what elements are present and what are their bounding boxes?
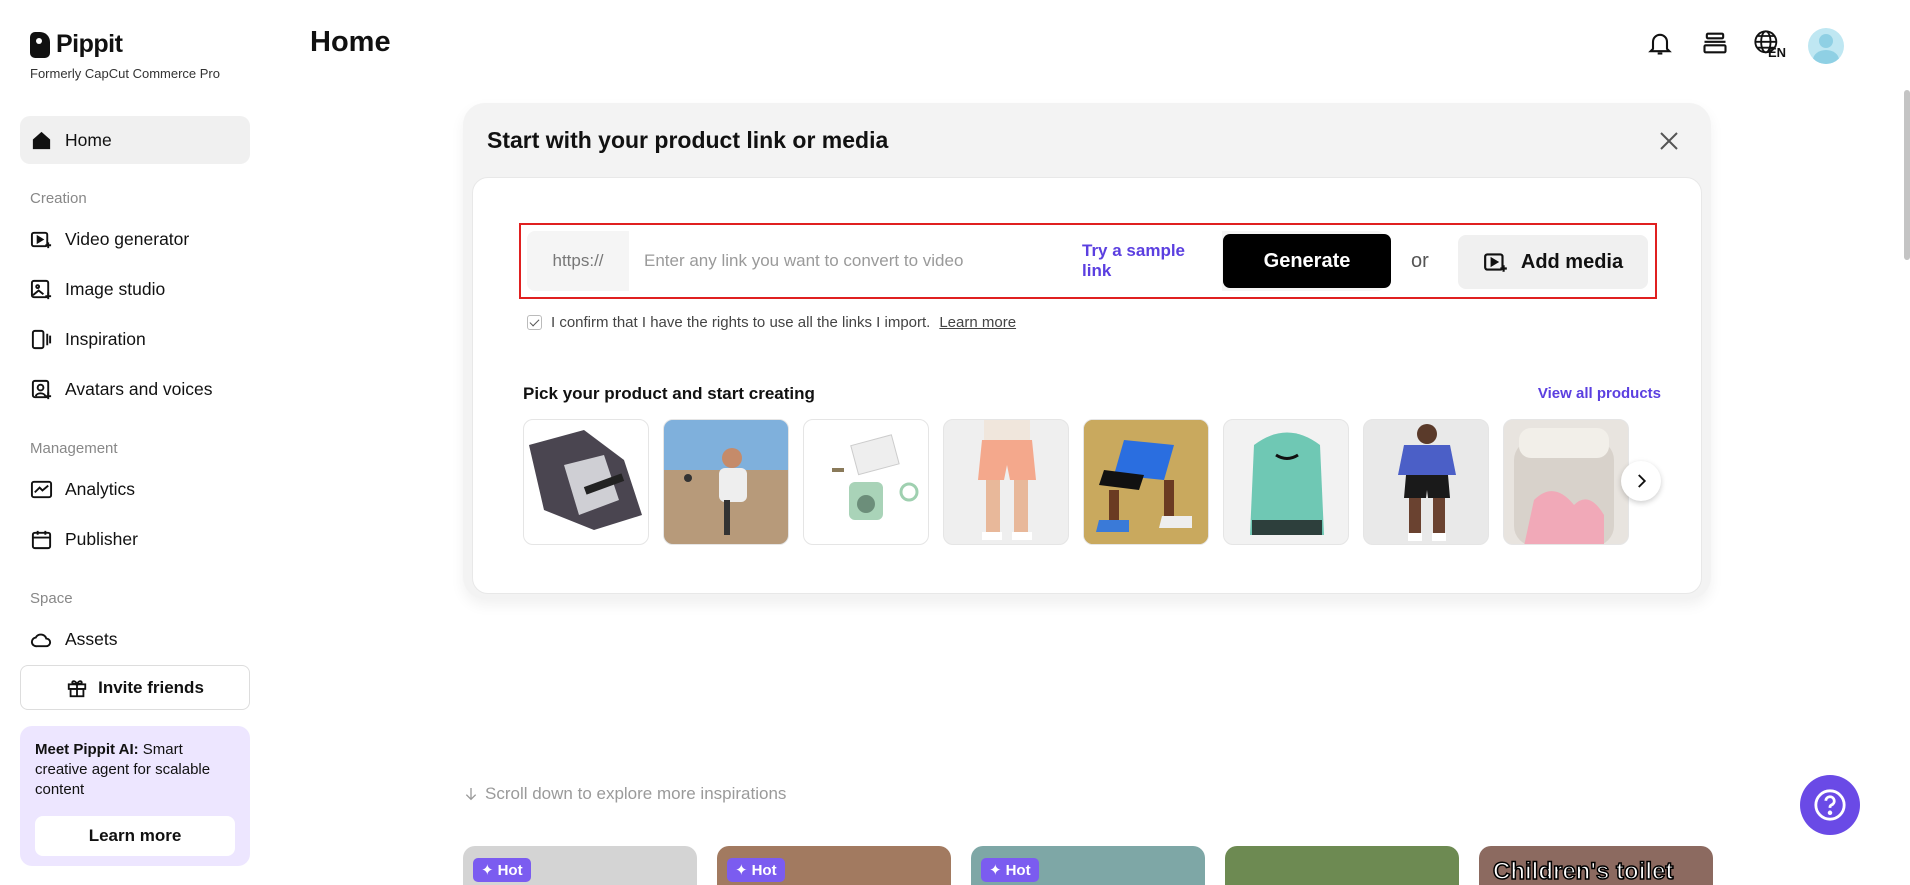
product-link-input[interactable]: [629, 231, 1083, 291]
home-icon: [32, 131, 51, 149]
add-media-label: Add media: [1520, 250, 1624, 273]
confirm-text: I confirm that I have the rights to use …: [551, 314, 931, 331]
app-root: Pippit Formerly CapCut Commerce Pro Home…: [0, 0, 1910, 885]
inspiration-card[interactable]: [1225, 846, 1459, 885]
promo-bold: Meet Pippit AI:: [35, 741, 139, 758]
card-body: https:// Try a sample link Generate or A…: [472, 177, 1702, 594]
product-thumb-tumbler[interactable]: [1503, 419, 1629, 545]
sidebar-item-analytics[interactable]: Analytics: [20, 465, 250, 513]
product-carousel: [523, 419, 1653, 545]
help-button[interactable]: [1800, 775, 1860, 835]
pick-product-title: Pick your product and start creating: [523, 384, 815, 403]
sidebar-item-label: Video generator: [65, 228, 190, 249]
inspiration-card[interactable]: ✦ Hot: [463, 846, 697, 885]
video-plus-icon: [30, 231, 52, 248]
hot-label: Hot: [1005, 861, 1031, 879]
avatar[interactable]: [1808, 28, 1844, 64]
inspiration-caption: Children's toilet: [1492, 857, 1674, 885]
cloud-icon: [30, 633, 52, 647]
brand-subtitle: Formerly CapCut Commerce Pro: [30, 66, 220, 81]
promo-text: Meet Pippit AI: Smart creative agent for…: [35, 740, 235, 800]
sidebar-item-home[interactable]: Home: [20, 116, 250, 164]
layers-button[interactable]: [1700, 28, 1730, 58]
sidebar-item-label: Publisher: [65, 528, 138, 549]
sidebar-item-assets[interactable]: Assets: [20, 615, 250, 663]
hot-label: Hot: [751, 861, 777, 879]
sidebar-item-label: Analytics: [65, 478, 136, 499]
inspiration-card[interactable]: ✦ Hot: [971, 846, 1205, 885]
or-separator: or: [1411, 249, 1429, 272]
page-scrollbar[interactable]: [1904, 90, 1910, 260]
notifications-button[interactable]: [1645, 28, 1675, 58]
arrow-down-icon: [465, 788, 477, 801]
brand-name: Pippit: [56, 30, 123, 58]
learn-more-link[interactable]: Learn more: [939, 314, 1016, 331]
sidebar-item-publisher[interactable]: Publisher: [20, 515, 250, 563]
carousel-next-button[interactable]: [1621, 461, 1661, 501]
sidebar-item-image-studio[interactable]: Image studio: [20, 265, 250, 313]
calendar-icon: [31, 530, 52, 549]
sidebar-item-label: Image studio: [65, 278, 166, 299]
sidebar-item-label: Avatars and voices: [65, 378, 213, 399]
sidebar-item-label: Home: [65, 129, 112, 150]
analytics-icon: [30, 480, 53, 498]
product-thumb-athletic-shorts[interactable]: [1363, 419, 1489, 545]
product-thumb-beach-scooter[interactable]: [663, 419, 789, 545]
sparkle-icon: ✦: [481, 862, 494, 879]
product-thumb-pink-shorts[interactable]: [943, 419, 1069, 545]
product-thumb-running-shoes[interactable]: [1083, 419, 1209, 545]
product-thumb-teal-backpack[interactable]: [1223, 419, 1349, 545]
hot-badge: ✦ Hot: [473, 858, 531, 882]
sidebar-item-inspiration[interactable]: Inspiration: [20, 315, 250, 363]
rights-confirmation: I confirm that I have the rights to use …: [527, 314, 1016, 331]
add-media-icon: [1483, 253, 1507, 272]
section-label-creation: Creation: [30, 190, 87, 207]
language-code: EN: [1768, 45, 1787, 60]
hot-badge: ✦ Hot: [981, 858, 1039, 882]
pippit-ai-promo: Meet Pippit AI: Smart creative agent for…: [20, 726, 250, 866]
sidebar: Pippit Formerly CapCut Commerce Pro Home…: [0, 0, 265, 885]
brand[interactable]: Pippit: [30, 30, 123, 59]
question-icon: [1814, 789, 1846, 821]
close-icon[interactable]: [1657, 129, 1681, 153]
sparkle-icon: ✦: [735, 862, 748, 879]
product-thumb-instant-camera[interactable]: [803, 419, 929, 545]
pippit-logo-icon: [30, 31, 50, 58]
hot-label: Hot: [497, 861, 523, 879]
avatar-voice-icon: [31, 379, 52, 399]
page-title: Home: [310, 26, 391, 58]
image-plus-icon: [30, 279, 52, 299]
section-label-management: Management: [30, 440, 118, 457]
link-input-frame: https:// Try a sample link Generate or A…: [519, 223, 1657, 299]
scroll-hint: Scroll down to explore more inspirations: [463, 784, 786, 804]
card-title: Start with your product link or media: [487, 127, 889, 153]
gift-icon: [67, 679, 87, 697]
hot-badge: ✦ Hot: [727, 858, 785, 882]
rights-checkbox[interactable]: [527, 315, 542, 330]
sidebar-item-avatars-voices[interactable]: Avatars and voices: [20, 365, 250, 413]
layers-icon: [1703, 32, 1727, 54]
sidebar-item-label: Inspiration: [65, 328, 146, 349]
sidebar-item-label: Assets: [65, 628, 118, 649]
chevron-right-icon: [1638, 474, 1647, 488]
sidebar-item-video-generator[interactable]: Video generator: [20, 215, 250, 263]
bell-icon: [1648, 33, 1672, 55]
add-media-button[interactable]: Add media: [1458, 235, 1648, 289]
product-thumb-backpack-open[interactable]: [523, 419, 649, 545]
inspiration-card[interactable]: ✦ Hot: [717, 846, 951, 885]
view-all-products-link[interactable]: View all products: [1538, 385, 1661, 402]
inspiration-card[interactable]: Children's toilet: [1479, 846, 1713, 885]
invite-friends-button[interactable]: Invite friends: [20, 665, 250, 710]
url-prefix: https://: [552, 251, 604, 270]
invite-label: Invite friends: [98, 677, 204, 697]
generate-button[interactable]: Generate: [1223, 234, 1391, 288]
scroll-hint-text: Scroll down to explore more inspirations: [485, 784, 787, 803]
inspiration-icon: [31, 329, 52, 349]
sparkle-icon: ✦: [989, 862, 1002, 879]
learn-more-button[interactable]: Learn more: [35, 816, 235, 856]
section-label-space: Space: [30, 590, 73, 607]
url-box: https:// Try a sample link Generate: [527, 231, 1391, 291]
try-sample-link[interactable]: Try a sample link: [1082, 231, 1222, 291]
start-card: Start with your product link or media ht…: [463, 103, 1711, 599]
